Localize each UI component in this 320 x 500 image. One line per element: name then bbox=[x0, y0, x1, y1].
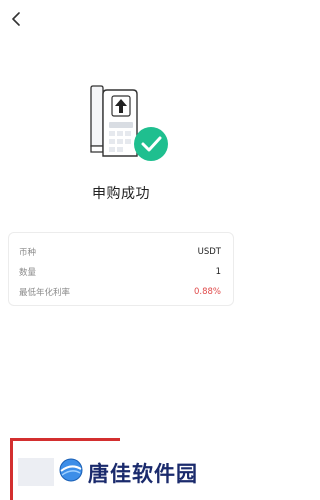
detail-label: 数量 bbox=[19, 268, 37, 278]
watermark-text: 唐佳软件园 bbox=[88, 462, 198, 486]
detail-value: USDT bbox=[197, 247, 221, 257]
detail-value: 1 bbox=[215, 267, 221, 277]
watermark-logo-icon bbox=[58, 457, 84, 483]
receipt-success-illustration bbox=[81, 84, 173, 166]
detail-row-amount: 数量 1 bbox=[19, 265, 221, 279]
detail-label: 币种 bbox=[19, 248, 37, 258]
detail-value-rate: 0.88% bbox=[193, 287, 221, 297]
detail-row-currency: 币种 USDT bbox=[19, 245, 221, 259]
back-button[interactable] bbox=[8, 10, 24, 28]
result-title: 申购成功 bbox=[92, 186, 150, 202]
watermark-block bbox=[18, 458, 54, 486]
details-card: 币种 USDT 数量 1 最低年化利率 0.88% bbox=[8, 232, 234, 306]
detail-label: 最低年化利率 bbox=[19, 288, 71, 298]
check-circle-icon bbox=[134, 127, 168, 161]
chevron-left-icon bbox=[12, 12, 20, 26]
detail-row-min-annual-rate: 最低年化利率 0.88% bbox=[19, 285, 221, 299]
